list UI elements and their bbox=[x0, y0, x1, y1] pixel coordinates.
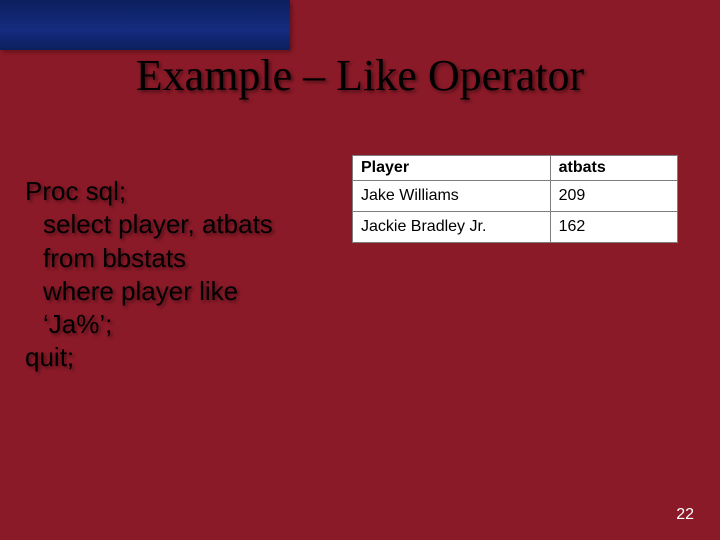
col-header-player: Player bbox=[353, 156, 551, 181]
cell-player: Jake Williams bbox=[353, 181, 551, 212]
code-line-6: quit; bbox=[25, 342, 74, 372]
page-number: 22 bbox=[676, 506, 694, 524]
code-line-3: from bbstats bbox=[25, 242, 335, 275]
cell-atbats: 162 bbox=[550, 212, 677, 243]
table-header-row: Player atbats bbox=[353, 156, 678, 181]
result-table: Player atbats Jake Williams 209 Jackie B… bbox=[352, 155, 678, 243]
code-line-2: select player, atbats bbox=[25, 208, 335, 241]
col-header-atbats: atbats bbox=[550, 156, 677, 181]
code-line-5: ‘Ja%’; bbox=[25, 308, 335, 341]
cell-player: Jackie Bradley Jr. bbox=[353, 212, 551, 243]
table-row: Jake Williams 209 bbox=[353, 181, 678, 212]
header-ribbon bbox=[0, 0, 290, 50]
sql-code-block: Proc sql; select player, atbats from bbs… bbox=[25, 175, 335, 375]
code-line-4: where player like bbox=[25, 275, 335, 308]
cell-atbats: 209 bbox=[550, 181, 677, 212]
table-row: Jackie Bradley Jr. 162 bbox=[353, 212, 678, 243]
slide-title: Example – Like Operator bbox=[0, 50, 720, 101]
code-line-1: Proc sql; bbox=[25, 176, 126, 206]
